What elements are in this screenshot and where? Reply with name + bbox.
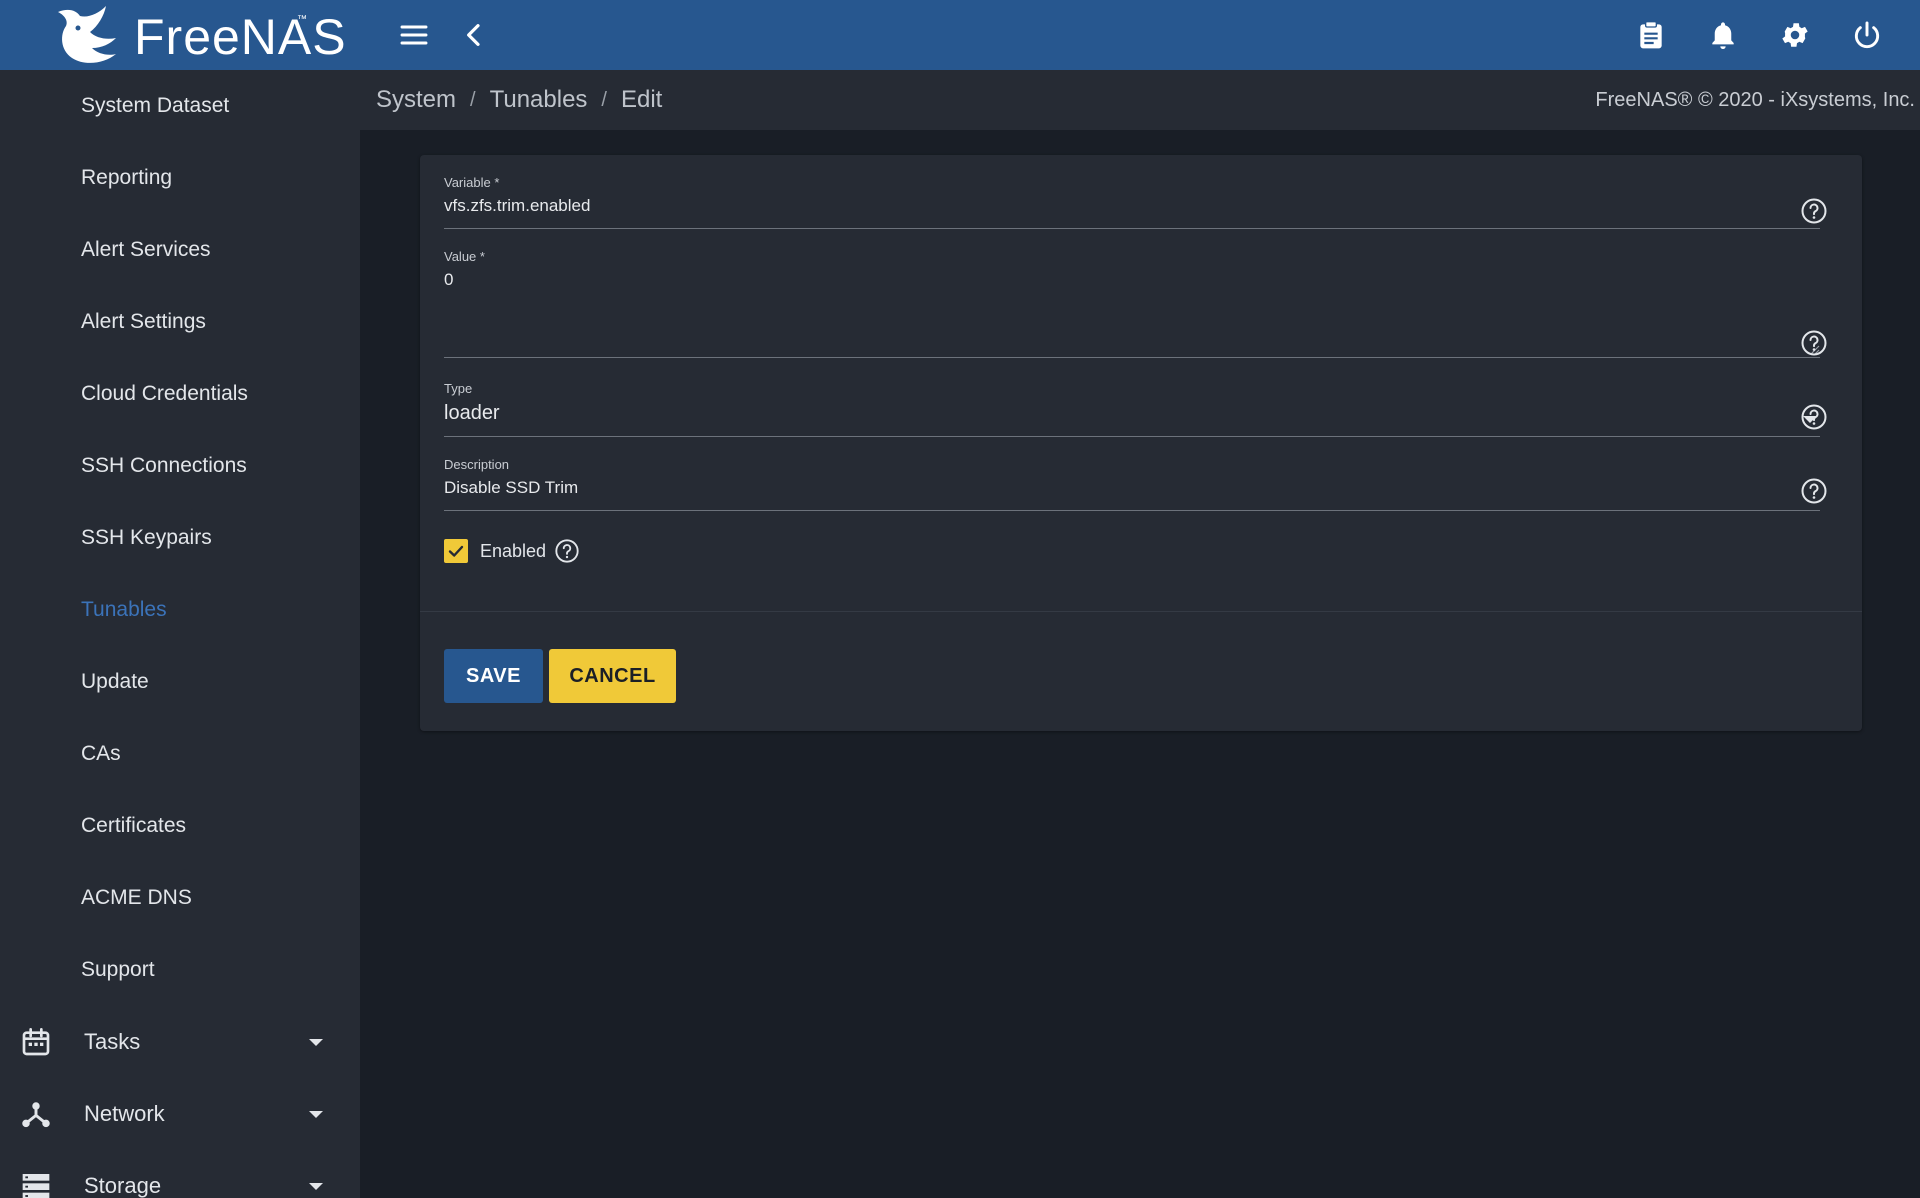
variable-label: Variable * bbox=[444, 175, 500, 190]
sidebar-item-certificates[interactable]: Certificates bbox=[0, 790, 360, 862]
sidebar-item-reporting[interactable]: Reporting bbox=[0, 142, 360, 214]
sidebar-item-label: ACME DNS bbox=[81, 886, 192, 909]
cancel-button[interactable]: CANCEL bbox=[549, 649, 676, 703]
alerts-button[interactable] bbox=[1700, 12, 1746, 58]
chevron-left-icon bbox=[467, 24, 480, 46]
enabled-help-icon[interactable] bbox=[554, 538, 580, 564]
breadcrumb: System / Tunables / Edit bbox=[376, 70, 662, 130]
sidebar-item-cloud-credentials[interactable]: Cloud Credentials bbox=[0, 358, 360, 430]
network-icon bbox=[22, 1102, 50, 1128]
sidebar-item-label: Reporting bbox=[81, 166, 173, 189]
value-field: Value * 0 bbox=[444, 249, 1820, 359]
variable-input[interactable] bbox=[444, 196, 1820, 216]
clipboard-icon bbox=[1640, 21, 1662, 49]
description-input[interactable] bbox=[444, 478, 1820, 498]
sidebar-item-alert-settings[interactable]: Alert Settings bbox=[0, 286, 360, 358]
form-divider bbox=[420, 611, 1862, 612]
check-icon bbox=[448, 545, 464, 557]
power-icon bbox=[1854, 21, 1880, 49]
breadcrumb-separator: / bbox=[470, 88, 476, 111]
breadcrumb-bar: System / Tunables / Edit FreeNAS® © 2020… bbox=[360, 70, 1920, 130]
save-button[interactable]: SAVE bbox=[444, 649, 543, 703]
logo-trademark: ™ bbox=[297, 14, 307, 25]
description-label: Description bbox=[444, 457, 510, 472]
sidebar-item-label: Support bbox=[81, 958, 155, 981]
settings-button[interactable] bbox=[1772, 12, 1818, 58]
value-textarea[interactable]: 0 bbox=[444, 270, 1820, 340]
help-circle-icon bbox=[1801, 404, 1827, 430]
sidebar: System Dataset Reporting Alert Services … bbox=[0, 70, 360, 1198]
sidebar-group-label: Storage bbox=[84, 1173, 162, 1198]
type-underline bbox=[444, 436, 1820, 437]
sidebar-group-label: Tasks bbox=[84, 1029, 141, 1054]
breadcrumb-current: Edit bbox=[620, 86, 663, 113]
top-bar: FreeNAS ™ bbox=[0, 0, 1920, 70]
enabled-label[interactable]: Enabled bbox=[480, 541, 546, 562]
enabled-checkbox-row: Enabled bbox=[444, 538, 580, 564]
description-underline bbox=[444, 510, 1820, 511]
bell-icon bbox=[1712, 22, 1734, 49]
type-help-button[interactable] bbox=[1800, 403, 1828, 431]
variable-field: Variable * bbox=[444, 175, 1820, 229]
breadcrumb-separator: / bbox=[601, 88, 607, 111]
enabled-checkbox[interactable] bbox=[444, 539, 468, 563]
value-help-button[interactable] bbox=[1800, 329, 1828, 357]
sidebar-item-support[interactable]: Support bbox=[0, 934, 360, 1006]
description-field: Description bbox=[444, 457, 1820, 511]
logo-text: FreeNAS bbox=[134, 9, 347, 65]
sidebar-group-storage[interactable]: Storage bbox=[0, 1150, 360, 1198]
gear-icon bbox=[1782, 23, 1808, 47]
help-circle-icon bbox=[1801, 198, 1827, 224]
type-select-field[interactable]: Type loader bbox=[444, 381, 1820, 437]
shark-logo-icon bbox=[58, 6, 116, 63]
description-help-button[interactable] bbox=[1800, 477, 1828, 505]
tunable-edit-form: Variable * Value * 0 Type loader Descrip… bbox=[420, 155, 1862, 731]
sidebar-item-cas[interactable]: CAs bbox=[0, 718, 360, 790]
help-circle-icon bbox=[1801, 478, 1827, 504]
sidebar-item-system-dataset[interactable]: System Dataset bbox=[0, 70, 360, 142]
sidebar-item-alert-services[interactable]: Alert Services bbox=[0, 214, 360, 286]
sidebar-item-label: Certificates bbox=[81, 814, 187, 837]
breadcrumb-tunables-link[interactable]: Tunables bbox=[490, 86, 588, 114]
sidebar-item-label: Alert Settings bbox=[81, 310, 206, 333]
sidebar-item-label: Alert Services bbox=[81, 238, 211, 261]
sidebar-item-update[interactable]: Update bbox=[0, 646, 360, 718]
sidebar-item-label: Tunables bbox=[81, 598, 167, 621]
calendar-icon bbox=[22, 1028, 50, 1056]
value-underline bbox=[444, 357, 1820, 358]
caret-down-icon bbox=[309, 1111, 323, 1118]
help-circle-icon bbox=[1801, 330, 1827, 356]
variable-help-button[interactable] bbox=[1800, 197, 1828, 225]
menu-toggle-button[interactable] bbox=[391, 12, 437, 58]
caret-down-icon bbox=[309, 1039, 323, 1046]
menu-icon bbox=[400, 25, 428, 45]
sidebar-item-label: Update bbox=[81, 670, 149, 693]
sidebar-item-ssh-keypairs[interactable]: SSH Keypairs bbox=[0, 502, 360, 574]
task-manager-button[interactable] bbox=[1628, 12, 1674, 58]
collapse-sidebar-button[interactable] bbox=[451, 12, 497, 58]
sidebar-item-label: Cloud Credentials bbox=[81, 382, 248, 405]
copyright-text: FreeNAS® © 2020 - iXsystems, Inc. bbox=[1595, 89, 1915, 111]
storage-icon bbox=[22, 1174, 50, 1198]
value-label: Value * bbox=[444, 249, 485, 264]
sidebar-item-tunables[interactable]: Tunables bbox=[0, 574, 360, 646]
sidebar-group-tasks[interactable]: Tasks bbox=[0, 1006, 360, 1078]
sidebar-group-network[interactable]: Network bbox=[0, 1078, 360, 1150]
sidebar-item-label: SSH Keypairs bbox=[81, 526, 212, 549]
sidebar-item-acme-dns[interactable]: ACME DNS bbox=[0, 862, 360, 934]
caret-down-icon bbox=[309, 1183, 323, 1190]
sidebar-item-ssh-connections[interactable]: SSH Connections bbox=[0, 430, 360, 502]
breadcrumb-system-link[interactable]: System bbox=[376, 86, 456, 114]
sidebar-item-label: CAs bbox=[81, 742, 121, 765]
variable-underline bbox=[444, 228, 1820, 229]
sidebar-item-label: SSH Connections bbox=[81, 454, 247, 477]
freenas-logo[interactable]: FreeNAS ™ bbox=[0, 0, 360, 70]
type-select-value[interactable]: loader bbox=[444, 402, 1820, 425]
type-label: Type bbox=[444, 381, 473, 396]
power-button[interactable] bbox=[1844, 12, 1890, 58]
sidebar-item-label: System Dataset bbox=[81, 94, 230, 117]
sidebar-group-label: Network bbox=[84, 1101, 165, 1126]
